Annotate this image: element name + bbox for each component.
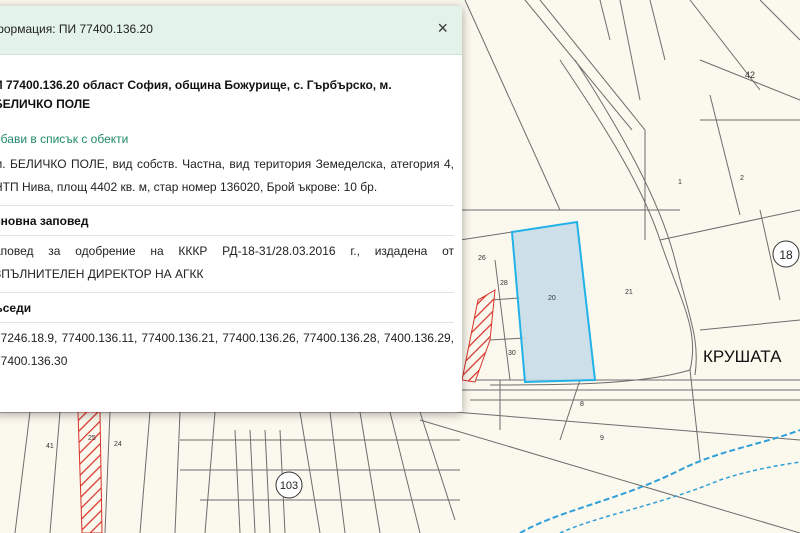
add-to-list-link[interactable]: обави в списък с обекти: [0, 132, 454, 146]
parcel-label: 28: [500, 280, 508, 287]
parcel-label: 42: [745, 70, 755, 80]
order-text: аповед за одобрение на КККР РД-18-31/28.…: [0, 244, 454, 281]
neighbours-section-title: ъседи: [0, 292, 454, 323]
parcel-label: 1: [678, 179, 682, 186]
hatched-parcel-b[interactable]: [77, 411, 103, 533]
popup-body: И 77400.136.20 област София, община Божу…: [0, 55, 462, 373]
parcel-label: 9: [600, 435, 604, 442]
popup-header: формация: ПИ 77400.136.20 ×: [0, 6, 462, 55]
parcel-label: 30: [508, 350, 516, 357]
parcel-label: 21: [625, 289, 633, 296]
info-popup: формация: ПИ 77400.136.20 × И 77400.136.…: [0, 6, 462, 412]
parcel-label: 8: [580, 401, 584, 408]
parcel-label: 41: [46, 443, 54, 450]
parcel-label: 25: [88, 435, 96, 442]
parcel-label: 2: [740, 175, 744, 182]
circle-label-18: 18: [779, 248, 793, 262]
order-section-title: сновна заповед: [0, 205, 454, 236]
area-label: КРУШАТА: [703, 347, 782, 366]
neighbours-text: 77246.18.9, 77400.136.11, 77400.136.21, …: [0, 331, 454, 368]
parcel-label: 24: [114, 441, 122, 448]
popup-title: формация: ПИ 77400.136.20: [0, 22, 153, 36]
parcel-label: 20: [548, 295, 556, 302]
parcel-heading: И 77400.136.20 област София, община Божу…: [0, 78, 392, 111]
parcel-details: м. БЕЛИЧКО ПОЛЕ, вид собств. Частна, вид…: [0, 157, 454, 194]
circle-label-103: 103: [280, 480, 298, 492]
close-icon[interactable]: ×: [437, 18, 448, 38]
parcel-label: 26: [478, 255, 486, 262]
